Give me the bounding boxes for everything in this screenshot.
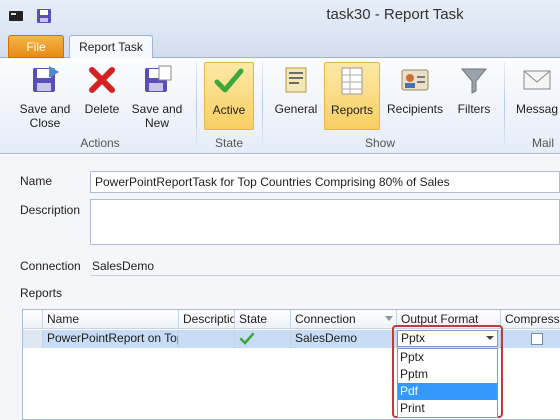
- recipients-button[interactable]: Recipients: [386, 62, 444, 130]
- save-new-icon: [145, 65, 172, 92]
- cell-connection[interactable]: SalesDemo: [291, 330, 397, 348]
- filter-funnel-icon: [460, 68, 488, 94]
- tab-file[interactable]: File: [8, 35, 64, 58]
- connection-label: Connection: [20, 259, 81, 273]
- filters-button[interactable]: Filters: [452, 62, 496, 130]
- column-header-description[interactable]: Descriptio: [179, 310, 235, 329]
- option-print[interactable]: Print: [398, 400, 497, 417]
- separator: [504, 62, 505, 150]
- messages-button[interactable]: Messag: [514, 62, 560, 130]
- active-toggle-button[interactable]: Active: [204, 62, 254, 130]
- title-bar: task30 - Report Task: [0, 0, 560, 32]
- recipients-icon: [401, 69, 429, 91]
- report-grid-icon: [341, 67, 363, 95]
- output-format-select[interactable]: Pptx: [397, 330, 498, 347]
- column-header-name[interactable]: Name: [43, 310, 179, 329]
- cell-compress[interactable]: [501, 330, 560, 348]
- reports-button[interactable]: Reports: [324, 62, 380, 130]
- save-new-label: Save and New: [131, 102, 183, 130]
- connection-value: SalesDemo: [92, 259, 155, 273]
- recipients-label: Recipients: [386, 102, 444, 116]
- active-label: Active: [212, 103, 246, 117]
- filter-icon[interactable]: [385, 316, 393, 321]
- cell-description[interactable]: [179, 330, 235, 348]
- chevron-down-icon[interactable]: [486, 336, 494, 340]
- name-field[interactable]: PowerPointReportTask for Top Countries C…: [90, 171, 560, 193]
- checkmark-icon: [239, 332, 255, 345]
- column-header-connection[interactable]: Connection: [291, 310, 397, 329]
- delete-icon: [89, 67, 115, 93]
- separator: [262, 62, 263, 150]
- save-and-new-button[interactable]: Save and New: [128, 62, 186, 130]
- delete-label: Delete: [84, 102, 120, 116]
- group-state-label: State: [214, 136, 244, 150]
- group-show-label: Show: [364, 136, 396, 150]
- name-label: Name: [20, 174, 53, 188]
- option-pptm[interactable]: Pptm: [398, 366, 497, 383]
- row-selector-header: [23, 310, 43, 329]
- ribbon-tab-row: File Report Task: [0, 32, 560, 59]
- compress-checkbox[interactable]: [531, 333, 543, 345]
- description-label: Description: [20, 203, 81, 217]
- filters-label: Filters: [457, 102, 491, 116]
- output-format-selected: Pptx: [401, 331, 426, 345]
- option-pptx[interactable]: Pptx: [398, 349, 497, 366]
- column-header-compress[interactable]: Compress: [501, 310, 560, 329]
- description-field[interactable]: [90, 199, 560, 245]
- window-title: task30 - Report Task: [326, 6, 464, 23]
- general-button[interactable]: General: [270, 62, 322, 130]
- cell-name[interactable]: PowerPointReport on Top: [43, 330, 179, 348]
- output-format-options: Pptx Pptm Pdf Print: [397, 348, 498, 418]
- messages-label: Messag: [515, 102, 559, 116]
- delete-button[interactable]: Delete: [80, 62, 124, 130]
- save-close-label: Save and Close: [19, 102, 71, 130]
- reports-section-label: Reports: [20, 286, 63, 300]
- group-actions-label: Actions: [80, 136, 120, 150]
- tab-report-task[interactable]: Report Task: [69, 35, 153, 59]
- connection-underline: [90, 275, 560, 276]
- save-and-close-button[interactable]: Save and Close: [16, 62, 74, 130]
- separator: [196, 62, 197, 150]
- group-mail-label: Mail: [531, 136, 554, 150]
- reports-label: Reports: [330, 103, 374, 117]
- ribbon: Save and Close Delete Save and New Actio…: [0, 58, 560, 154]
- cell-state[interactable]: [235, 330, 291, 348]
- form-icon: [285, 67, 307, 93]
- checkmark-icon: [214, 68, 244, 93]
- column-header-state[interactable]: State: [235, 310, 291, 329]
- general-label: General: [274, 102, 318, 116]
- row-selector[interactable]: [23, 330, 43, 348]
- messages-icon: [523, 70, 551, 90]
- option-pdf[interactable]: Pdf: [398, 383, 497, 400]
- save-close-icon: [33, 66, 59, 92]
